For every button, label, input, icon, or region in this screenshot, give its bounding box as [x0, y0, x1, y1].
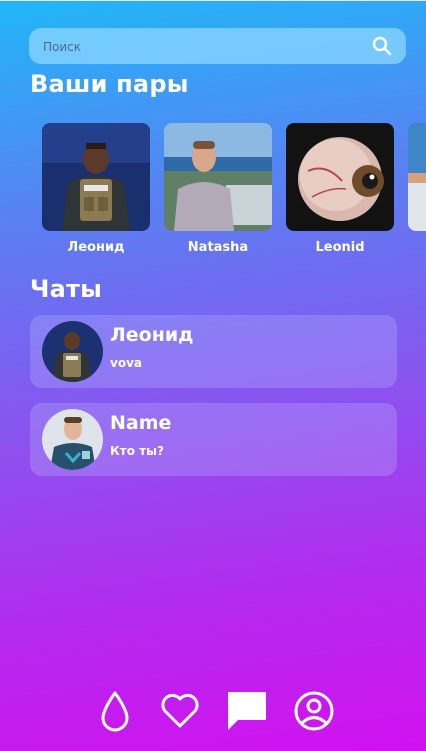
search-bar[interactable] — [29, 28, 406, 66]
chat-list-item[interactable]: Леонид vova — [30, 315, 397, 388]
matches-title: Ваши пары — [30, 70, 189, 98]
match-photo[interactable] — [42, 123, 150, 231]
match-name: Leonid — [315, 240, 365, 255]
divider — [0, 0, 426, 1]
chat-name: Name — [110, 412, 172, 434]
match-name: Natasha — [187, 240, 249, 255]
search-input[interactable] — [41, 28, 365, 66]
bottom-nav — [0, 688, 426, 738]
chat-last-message: vova — [110, 356, 142, 370]
app-screen: Ваши пары Леонид — [0, 0, 426, 751]
matches-carousel[interactable]: Леонид Natasha Leonid — [42, 123, 426, 263]
chat-name: Леонид — [110, 324, 194, 346]
match-card[interactable]: Natasha — [164, 123, 272, 255]
match-card[interactable]: Леонид — [42, 123, 150, 255]
match-name: Леонид — [67, 240, 125, 255]
match-card[interactable]: Leonid — [286, 123, 394, 255]
profile-icon[interactable] — [291, 688, 337, 734]
match-photo[interactable] — [286, 123, 394, 231]
heart-icon[interactable] — [157, 688, 203, 734]
chat-bubble-icon[interactable] — [224, 688, 270, 734]
avatar[interactable] — [42, 409, 103, 470]
chat-list-item[interactable]: Name Кто ты? — [30, 403, 397, 476]
search-icon[interactable] — [372, 36, 392, 56]
avatar[interactable] — [42, 321, 103, 382]
drop-icon[interactable] — [92, 688, 138, 734]
chat-last-message: Кто ты? — [110, 444, 164, 458]
chats-title: Чаты — [30, 275, 103, 303]
match-photo[interactable] — [164, 123, 272, 231]
match-photo[interactable] — [408, 123, 426, 231]
